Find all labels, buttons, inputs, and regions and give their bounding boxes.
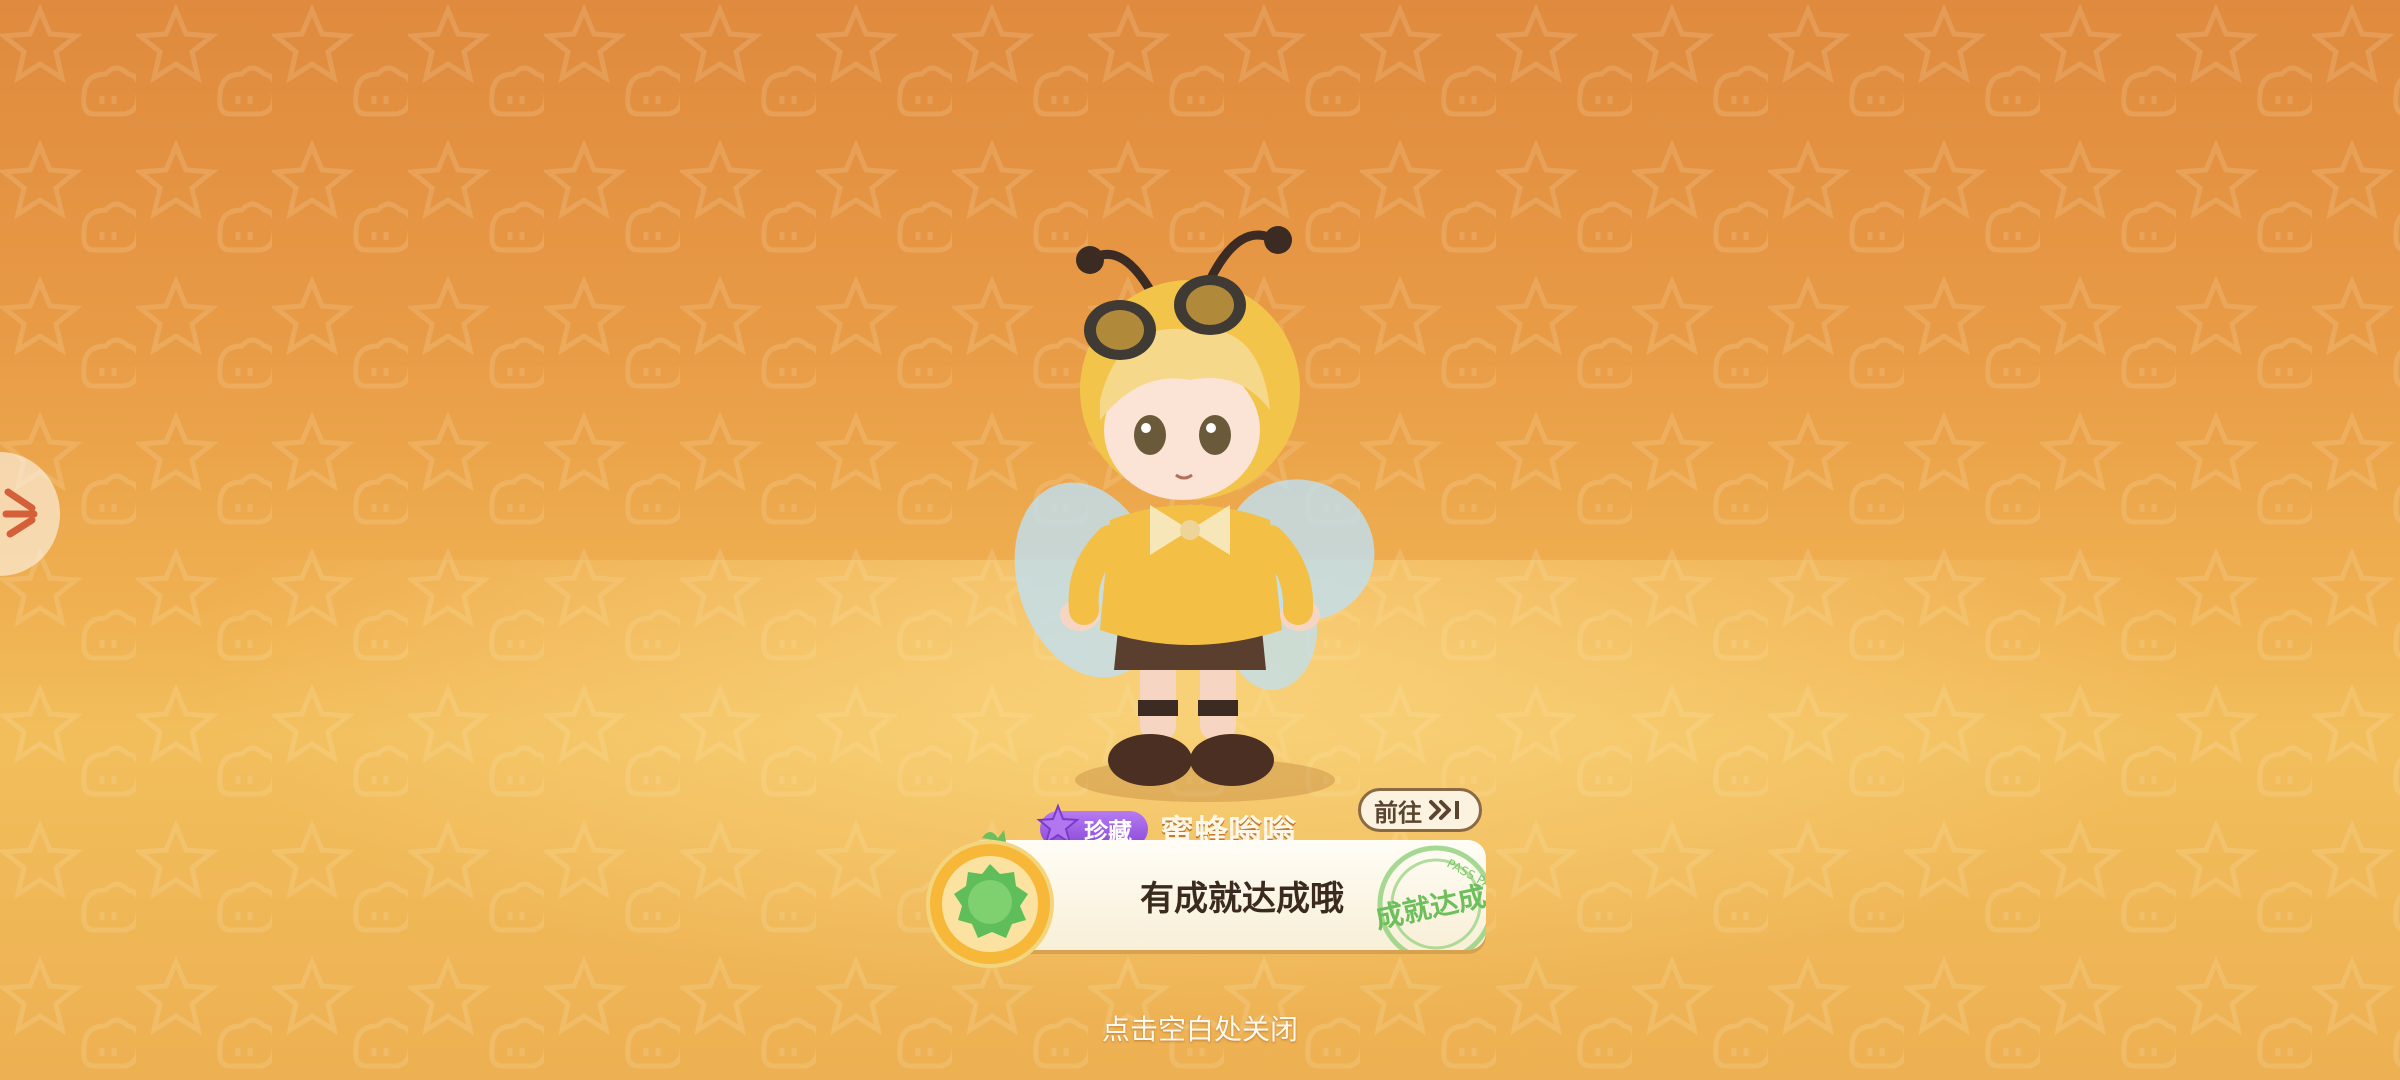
skip-forward-icon [1429, 800, 1459, 820]
stamp-text: 成就达成 [1372, 879, 1486, 935]
medal-icon [926, 830, 1054, 968]
achievement-title: 有成就达成哦 [1140, 878, 1344, 919]
side-menu-icon [2, 488, 38, 538]
goto-label: 前往 [1374, 798, 1422, 827]
stamp-icon: PASS PASS 成就达成 [1372, 845, 1486, 950]
tap-to-close-hint[interactable]: 点击空白处关闭 [0, 1008, 2400, 1048]
goto-button[interactable]: 前往 [1358, 788, 1482, 832]
bee-costume-character [1014, 226, 1375, 802]
